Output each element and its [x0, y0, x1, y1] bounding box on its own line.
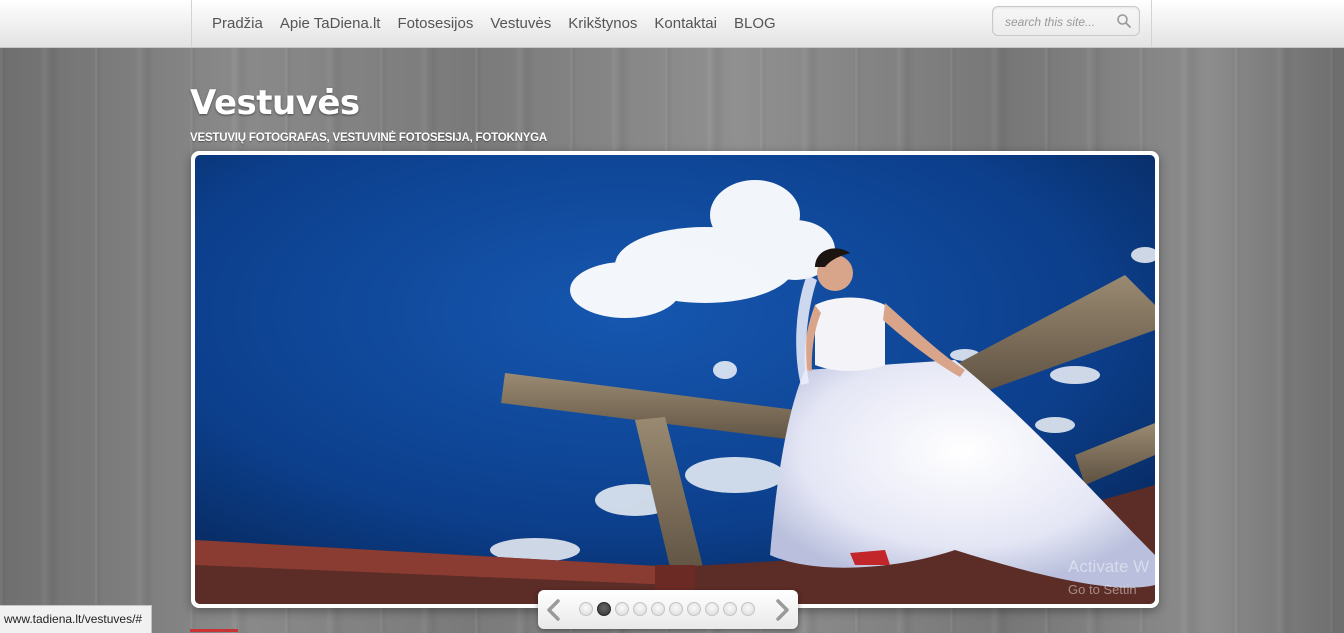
- top-navigation-bar: Pradžia Apie TaDiena.lt Fotosesijos Vest…: [0, 0, 1344, 48]
- nav-item-blog[interactable]: BLOG: [734, 15, 776, 32]
- search-icon[interactable]: [1116, 13, 1132, 29]
- slider-dot[interactable]: [615, 602, 629, 616]
- chevron-right-icon[interactable]: [773, 598, 793, 622]
- page-subtitle: VESTUVIŲ FOTOGRAFAS, VESTUVINĖ FOTOSESIJ…: [190, 132, 548, 144]
- slider-dot[interactable]: [687, 602, 701, 616]
- slider-dot[interactable]: [579, 602, 593, 616]
- search-input[interactable]: [1003, 12, 1115, 32]
- nav-item-vestuves[interactable]: Vestuvės: [490, 15, 551, 32]
- main-menu: Pradžia Apie TaDiena.lt Fotosesijos Vest…: [212, 0, 793, 47]
- nav-item-krikstynos[interactable]: Krikštynos: [568, 15, 637, 32]
- chevron-left-icon[interactable]: [543, 598, 563, 622]
- slider-pager: [538, 590, 798, 629]
- slider-dot[interactable]: [669, 602, 683, 616]
- slider-dots: [579, 602, 759, 616]
- image-slider: Activate W Go to Settin: [191, 151, 1159, 608]
- nav-container: Pradžia Apie TaDiena.lt Fotosesijos Vest…: [191, 0, 1152, 47]
- slider-dot[interactable]: [741, 602, 755, 616]
- activation-watermark: Activate W: [1068, 557, 1150, 576]
- status-bar-url: www.tadiena.lt/vestuves/#: [0, 605, 153, 633]
- slide-image-bride[interactable]: Activate W Go to Settin: [195, 155, 1155, 604]
- nav-item-pradzia[interactable]: Pradžia: [212, 15, 263, 32]
- nav-item-fotosesijos[interactable]: Fotosesijos: [397, 15, 473, 32]
- slider-dot-active[interactable]: [597, 602, 611, 616]
- slider-dot[interactable]: [633, 602, 647, 616]
- nav-item-apie[interactable]: Apie TaDiena.lt: [280, 15, 381, 32]
- slider-dot[interactable]: [723, 602, 737, 616]
- slider-dot[interactable]: [651, 602, 665, 616]
- page-title: Vestuvės: [190, 83, 360, 123]
- slider-dot[interactable]: [705, 602, 719, 616]
- nav-item-kontaktai[interactable]: Kontaktai: [654, 15, 717, 32]
- activation-watermark-subtext: Go to Settin: [1068, 582, 1137, 597]
- search-box: [992, 6, 1140, 36]
